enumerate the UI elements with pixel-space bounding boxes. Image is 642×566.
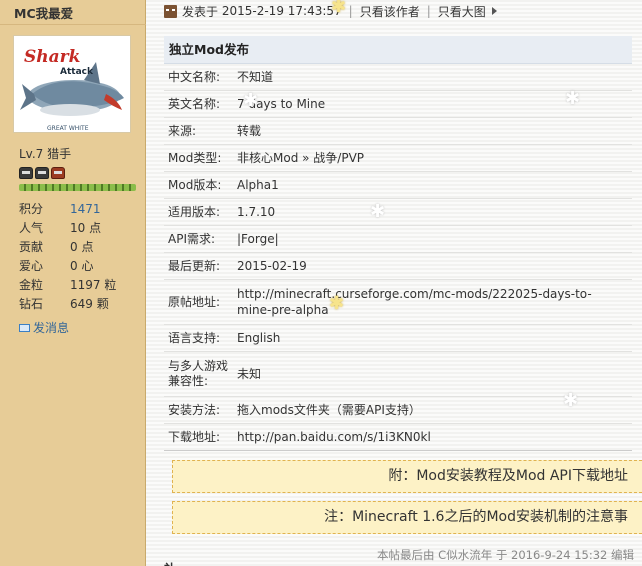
- mod-info-value: 未知: [237, 367, 262, 381]
- mod-info-label: 最后更新:: [168, 258, 221, 273]
- mod-info-value: 非核心Mod » 战争/PVP: [237, 151, 365, 165]
- shark-avatar-image: Shark Attack GREAT WHITE: [14, 36, 130, 132]
- stat-value[interactable]: 1471: [70, 200, 101, 219]
- stat-value: 10 点: [70, 221, 102, 235]
- posted-time: 2015-2-19 17:43:57: [221, 4, 342, 18]
- stat-value: 0 点: [70, 240, 94, 254]
- sparkle-icon: ✱: [370, 201, 386, 222]
- experience-bar-fill: [19, 184, 136, 191]
- mod-info-row: 安装方法: 拖入mods文件夹（需要API支持）: [164, 397, 632, 424]
- sparkle-icon: ✱: [329, 293, 345, 314]
- mod-info-row: 最后更新: 2015-02-19: [164, 253, 632, 280]
- separator: |: [426, 4, 431, 18]
- stat-label: 贡献: [19, 240, 44, 254]
- mod-info-value: 1.7.10: [237, 205, 276, 219]
- stat-row: 爱心 0 心: [19, 257, 139, 276]
- mod-info-value: 不知道: [237, 70, 274, 84]
- mod-info-row: 英文名称: 7 days to Mine: [164, 91, 632, 118]
- mod-info-link[interactable]: http://minecraft.curseforge.com/mc-mods/…: [237, 286, 632, 318]
- stat-row: 贡献 0 点: [19, 238, 139, 257]
- avatar-footer-text: GREAT WHITE: [47, 125, 89, 132]
- stat-label: 金粒: [19, 278, 44, 292]
- mod-info-label: 原帖地址:: [168, 294, 221, 309]
- mod-info-label: Mod版本:: [168, 177, 222, 192]
- mod-info-value: |Forge|: [237, 232, 279, 246]
- envelope-icon: [19, 323, 30, 332]
- user-face-icon: [164, 4, 177, 18]
- mod-info-title: 独立Mod发布: [164, 36, 632, 64]
- stat-label: 积分: [19, 202, 44, 216]
- mod-info-link[interactable]: http://pan.baidu.com/s/1i3KN0kl: [237, 429, 632, 445]
- author-sidebar: MC我最爱 Shark Attack GREAT WHITE Lv.7 猎手 积…: [0, 0, 146, 566]
- stat-row: 人气 10 点: [19, 219, 139, 238]
- mod-info-label: 来源:: [168, 123, 197, 138]
- view-large-link[interactable]: 只看大图: [438, 3, 486, 20]
- mod-info-label: API需求:: [168, 231, 216, 246]
- stat-label: 钻石: [19, 297, 44, 311]
- mod-info-value: 转载: [237, 124, 262, 138]
- mod-info-value: Alpha1: [237, 178, 279, 192]
- mod-info-label: 安装方法:: [168, 402, 221, 417]
- mod-info-rows: 中文名称: 不知道英文名称: 7 days to Mine 来源: 转载 Mod类型: 非核…: [164, 64, 632, 451]
- author-only-link[interactable]: 只看该作者: [360, 3, 420, 20]
- mod-info-value: English: [237, 331, 281, 345]
- send-message-label: 发消息: [33, 321, 70, 335]
- mod-info-row: 适用版本: 1.7.10: [164, 199, 632, 226]
- edit-note: 本帖最后由 C似水流年 于 2016-9-24 15:32 编辑: [377, 548, 634, 562]
- medal-icon[interactable]: [19, 167, 33, 179]
- mod-info-label: Mod类型:: [168, 150, 222, 165]
- mod-info-label: 与多人游戏兼容性:: [168, 359, 229, 388]
- mod-info-row: 中文名称: 不知道: [164, 64, 632, 91]
- mod-info-row: Mod类型: 非核心Mod » 战争/PVP: [164, 145, 632, 172]
- sparkle-icon: ✱: [565, 88, 581, 109]
- stat-label: 爱心: [19, 259, 44, 273]
- mod-info-row: 语言支持: English: [164, 325, 632, 352]
- mod-info-row: API需求: |Forge|: [164, 226, 632, 253]
- mod-info-table: 独立Mod发布 中文名称: 不知道英文名称: 7 days to Mine 来源: 转载…: [164, 36, 632, 451]
- separator: |: [348, 4, 353, 18]
- stat-row: 金粒 1197 粒: [19, 276, 139, 295]
- stat-row: 钻石 649 颗: [19, 295, 139, 314]
- stat-row: 积分 1471: [19, 200, 139, 219]
- divider: [0, 24, 146, 25]
- medal-list: [19, 167, 65, 179]
- mod-info-value: 2015-02-19: [237, 259, 307, 273]
- author-stats: 积分 1471 人气 10 点贡献 0 点爱心 0 心金粒 1197 粒钻石 649 颗: [19, 200, 139, 314]
- sparkle-icon: ✱: [563, 390, 579, 411]
- sparkle-icon: ✱: [243, 90, 259, 111]
- sparkle-icon: ✱: [331, 0, 347, 17]
- mod-info-row: 来源: 转载: [164, 118, 632, 145]
- send-message-link[interactable]: 发消息: [19, 319, 69, 336]
- install-notice-box[interactable]: 注：Minecraft 1.6之后的Mod安装机制的注意事: [172, 501, 642, 534]
- mod-info-row: Mod版本: Alpha1: [164, 172, 632, 199]
- stat-value: 0 心: [70, 259, 94, 273]
- mod-info-label: 中文名称:: [168, 69, 221, 84]
- triangle-right-icon[interactable]: [491, 7, 497, 15]
- stat-value: 649 颗: [70, 297, 109, 311]
- next-section-heading: 补: [164, 560, 176, 566]
- mod-info-label: 语言支持:: [168, 330, 221, 345]
- stat-value: 1197 粒: [70, 278, 117, 292]
- mod-info-row: 原帖地址: http://minecraft.curseforge.com/mc-…: [164, 280, 632, 325]
- author-level[interactable]: Lv.7 猎手: [19, 145, 71, 162]
- medal-icon[interactable]: [35, 167, 49, 179]
- avatar[interactable]: Shark Attack GREAT WHITE: [13, 35, 131, 133]
- posted-label: 发表于: [182, 4, 219, 19]
- avatar-title-text: Shark: [24, 47, 80, 67]
- mod-info-label: 下载地址:: [168, 429, 221, 444]
- mod-info-label: 适用版本:: [168, 204, 221, 219]
- mod-info-label: 英文名称:: [168, 96, 221, 111]
- experience-bar: [19, 184, 136, 191]
- install-tutorial-box[interactable]: 附：Mod安装教程及Mod API下载地址: [172, 460, 642, 493]
- medal-icon[interactable]: [51, 167, 65, 179]
- mod-info-row: 与多人游戏兼容性: 未知: [164, 352, 632, 397]
- mod-info-row: 下载地址: http://pan.baidu.com/s/1i3KN0kl: [164, 424, 632, 451]
- stat-label: 人气: [19, 221, 44, 235]
- avatar-subtitle-text: Attack: [60, 67, 94, 77]
- author-username[interactable]: MC我最爱: [14, 3, 73, 22]
